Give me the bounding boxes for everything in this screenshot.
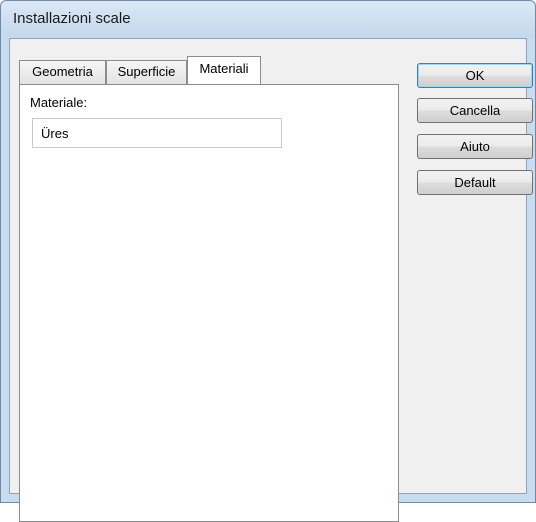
tab-materiali[interactable]: Materiali — [187, 56, 261, 84]
materiale-input[interactable] — [32, 118, 282, 148]
tab-panel-materiali: Materiale: — [19, 84, 399, 522]
window-title: Installazioni scale — [13, 10, 131, 27]
ok-button[interactable]: OK — [417, 63, 533, 88]
tab-superficie[interactable]: Superficie — [106, 60, 187, 84]
materiale-label: Materiale: — [30, 95, 88, 110]
tab-geometria[interactable]: Geometria — [19, 60, 106, 84]
cancel-button[interactable]: Cancella — [417, 98, 533, 123]
dialog-window: Installazioni scale Geometria Superficie… — [0, 0, 536, 522]
default-button[interactable]: Default — [417, 170, 533, 195]
help-button[interactable]: Aiuto — [417, 134, 533, 159]
dialog-client-area: Geometria Superficie Materiali Materiale… — [9, 38, 533, 522]
title-bar[interactable]: Installazioni scale — [1, 1, 535, 37]
